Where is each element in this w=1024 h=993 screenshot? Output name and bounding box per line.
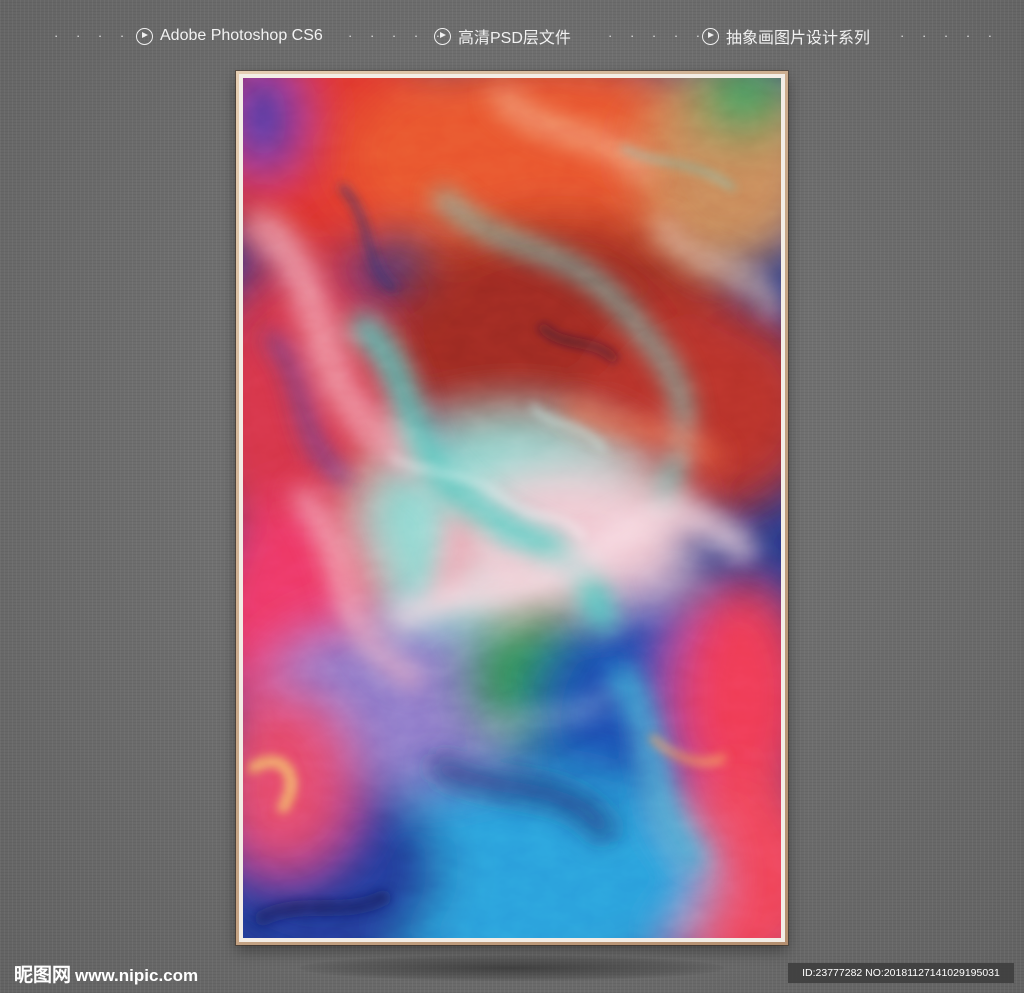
top-item-photoshop: Adobe Photoshop CS6 bbox=[136, 20, 323, 52]
play-circle-icon bbox=[434, 27, 451, 45]
separator-dots: · · · · · bbox=[900, 28, 1000, 43]
image-id-label: ID:23777282 NO:20181127141029195031 bbox=[788, 963, 1014, 983]
top-item-abstract-series: 抽象画图片设计系列 bbox=[702, 20, 870, 52]
painting-canvas bbox=[243, 78, 781, 938]
watermark-fragment bbox=[18, 986, 88, 993]
separator-dots: · · · · · bbox=[608, 28, 708, 43]
site-url: www.nipic.com bbox=[75, 966, 199, 985]
play-circle-icon bbox=[702, 27, 719, 45]
top-item-psd: 高清PSD层文件 bbox=[434, 20, 571, 52]
picture-frame bbox=[236, 71, 788, 945]
separator-dots: · · · · · bbox=[348, 28, 448, 43]
top-item-label: 抽象画图片设计系列 bbox=[726, 30, 871, 47]
site-name: 昵图网 bbox=[14, 964, 72, 986]
frame-mat bbox=[239, 74, 785, 942]
top-item-label: 高清PSD层文件 bbox=[458, 30, 571, 47]
top-item-label: Adobe Photoshop CS6 bbox=[160, 27, 323, 44]
play-circle-icon bbox=[136, 27, 153, 45]
top-info-bar: · · · · · Adobe Photoshop CS6 · · · · · … bbox=[0, 20, 1024, 52]
abstract-painting bbox=[243, 78, 781, 938]
site-watermark: 昵图网 www.nipic.com bbox=[14, 960, 198, 987]
frame-shadow bbox=[300, 955, 724, 981]
